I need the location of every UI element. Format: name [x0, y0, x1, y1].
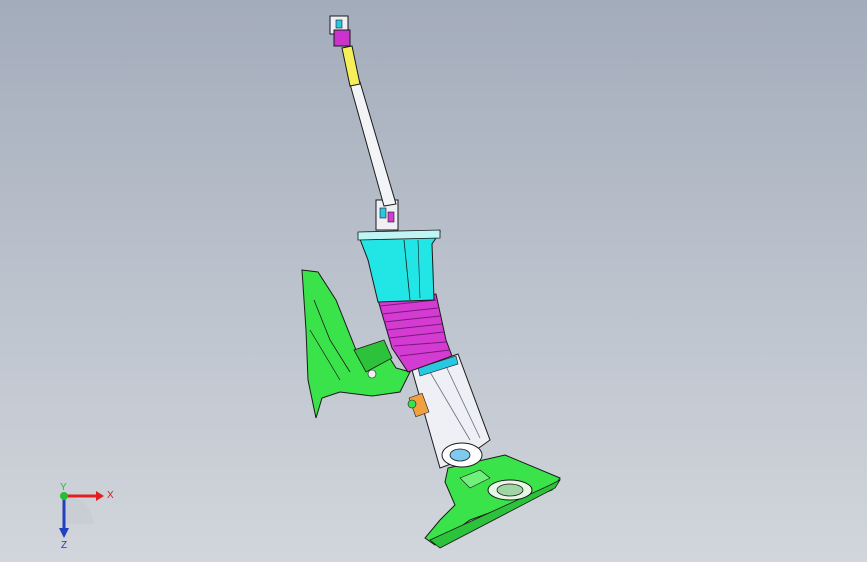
triad-plane-shade [66, 496, 94, 524]
orientation-triad: X Y Z [59, 482, 114, 550]
steering-shaft[interactable] [341, 45, 397, 207]
x-axis-label: X [107, 490, 114, 501]
y-axis-dot [60, 492, 68, 500]
z-axis-label: Z [61, 540, 67, 550]
y-axis-label: Y [60, 482, 67, 493]
steering-column-assembly[interactable] [0, 0, 867, 562]
x-axis-arrow-icon [96, 491, 104, 501]
mounting-plate[interactable] [424, 454, 562, 549]
top-universal-joint[interactable] [329, 15, 351, 47]
z-axis-arrow-icon [59, 528, 69, 538]
cad-viewport[interactable]: X Y Z [0, 0, 867, 562]
upper-boot[interactable] [357, 229, 441, 303]
lower-housing[interactable] [408, 353, 491, 469]
